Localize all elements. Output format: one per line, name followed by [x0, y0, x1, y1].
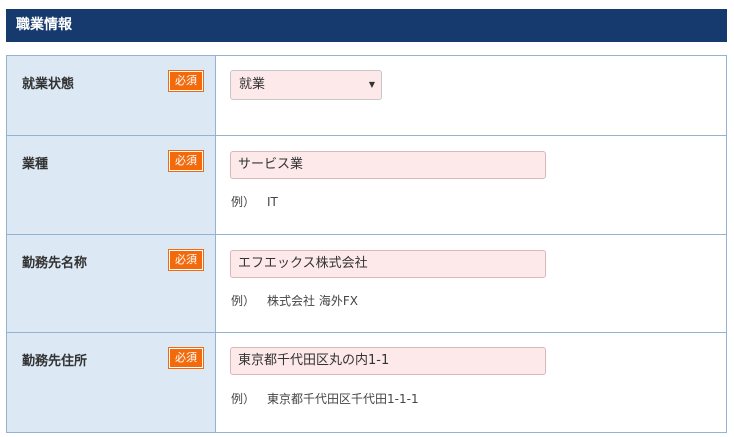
example-text: 東京都千代田区千代田1-1-1 — [267, 392, 419, 406]
employment-status-select[interactable]: 就業 ▼ — [230, 70, 382, 100]
example-prefix: 例） — [231, 392, 256, 406]
required-badge: 必須 — [169, 250, 203, 270]
job-info-form: 職業情報 就業状態 必須 就業 ▼ 業種 必須 サービス業 例） IT 勤務先名… — [0, 0, 734, 437]
required-badge: 必須 — [169, 71, 203, 91]
row-employer-address: 勤務先住所 必須 東京都千代田区丸の内1-1 例） 東京都千代田区千代田1-1-1 — [7, 333, 726, 432]
label-cell: 勤務先住所 必須 — [7, 333, 216, 432]
dropdown-arrow-icon: ▼ — [368, 80, 375, 89]
field-label: 勤務先名称 — [22, 256, 88, 271]
label-cell: 業種 必須 — [7, 136, 216, 234]
example-hint: 例） IT — [231, 193, 278, 210]
example-prefix: 例） — [231, 195, 256, 209]
value-cell: 就業 ▼ — [216, 56, 726, 135]
value-cell: サービス業 例） IT — [216, 136, 726, 234]
section-title: 職業情報 — [6, 9, 727, 42]
label-cell: 勤務先名称 必須 — [7, 235, 216, 332]
required-badge: 必須 — [169, 348, 203, 368]
row-employer-name: 勤務先名称 必須 エフエックス株式会社 例） 株式会社 海外FX — [7, 235, 726, 333]
example-text: 株式会社 海外FX — [267, 294, 358, 308]
example-hint: 例） 株式会社 海外FX — [231, 292, 358, 309]
form-table: 就業状態 必須 就業 ▼ 業種 必須 サービス業 例） IT 勤務先名称 必須 … — [6, 55, 727, 433]
field-label: 勤務先住所 — [22, 354, 88, 369]
employer-name-input[interactable]: エフエックス株式会社 — [230, 250, 546, 278]
field-label: 就業状態 — [22, 77, 75, 92]
value-cell: 東京都千代田区丸の内1-1 例） 東京都千代田区千代田1-1-1 — [216, 333, 726, 432]
example-text: IT — [267, 195, 278, 209]
required-badge: 必須 — [169, 151, 203, 171]
value-cell: エフエックス株式会社 例） 株式会社 海外FX — [216, 235, 726, 332]
row-industry: 業種 必須 サービス業 例） IT — [7, 136, 726, 235]
select-value: 就業 — [239, 77, 266, 92]
example-hint: 例） 東京都千代田区千代田1-1-1 — [231, 390, 419, 407]
employer-address-input[interactable]: 東京都千代田区丸の内1-1 — [230, 347, 546, 375]
field-label: 業種 — [22, 157, 49, 172]
example-prefix: 例） — [231, 294, 256, 308]
row-employment-status: 就業状態 必須 就業 ▼ — [7, 56, 726, 136]
label-cell: 就業状態 必須 — [7, 56, 216, 135]
industry-input[interactable]: サービス業 — [230, 151, 546, 179]
